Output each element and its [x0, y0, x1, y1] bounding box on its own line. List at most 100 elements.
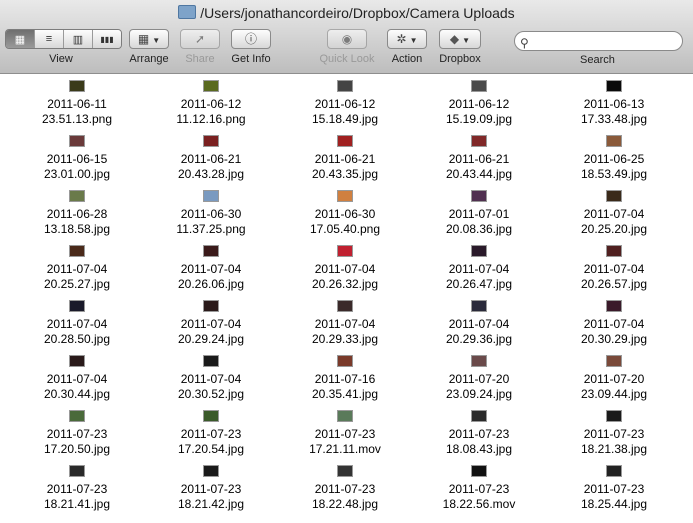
- file-thumbnail-icon[interactable]: [471, 135, 487, 147]
- file-name[interactable]: 2011-06-30 11.37.25.png: [144, 207, 278, 237]
- file-item[interactable]: 2011-07-23 18.21.42.jpg: [144, 459, 278, 514]
- quick-look-button[interactable]: ◉: [327, 29, 367, 49]
- file-thumbnail-icon[interactable]: [606, 355, 622, 367]
- file-name[interactable]: 2011-06-12 15.18.49.jpg: [278, 97, 412, 127]
- file-name[interactable]: 2011-06-11 23.51.13.png: [10, 97, 144, 127]
- file-item[interactable]: 2011-07-04 20.26.32.jpg: [278, 239, 412, 294]
- file-item[interactable]: 2011-06-11 23.51.13.png: [10, 74, 144, 129]
- file-thumbnail-icon[interactable]: [69, 135, 85, 147]
- file-thumbnail-icon[interactable]: [337, 190, 353, 202]
- file-name[interactable]: 2011-07-04 20.26.06.jpg: [144, 262, 278, 292]
- file-item[interactable]: 2011-06-21 20.43.28.jpg: [144, 129, 278, 184]
- coverflow-view-button[interactable]: ▮▮▮: [93, 30, 121, 48]
- file-thumbnail-icon[interactable]: [203, 190, 219, 202]
- file-item[interactable]: 2011-07-23 17.20.54.jpg: [144, 404, 278, 459]
- icon-view-button[interactable]: ▦: [6, 30, 35, 48]
- file-thumbnail-icon[interactable]: [606, 245, 622, 257]
- file-name[interactable]: 2011-07-23 18.25.44.jpg: [547, 482, 681, 512]
- file-item[interactable]: 2011-07-04 20.30.44.jpg: [10, 349, 144, 404]
- file-name[interactable]: 2011-06-21 20.43.28.jpg: [144, 152, 278, 182]
- file-item[interactable]: 2011-07-04 20.30.52.jpg: [144, 349, 278, 404]
- file-name[interactable]: 2011-07-04 20.26.57.jpg: [547, 262, 681, 292]
- file-item[interactable]: 2011-07-04 20.29.36.jpg: [412, 294, 546, 349]
- file-name[interactable]: 2011-07-04 20.26.32.jpg: [278, 262, 412, 292]
- file-thumbnail-icon[interactable]: [203, 245, 219, 257]
- search-input[interactable]: [535, 33, 679, 51]
- file-item[interactable]: 2011-07-20 23.09.44.jpg: [547, 349, 681, 404]
- file-name[interactable]: 2011-06-28 13.18.58.jpg: [10, 207, 144, 237]
- file-item[interactable]: 2011-07-23 17.20.50.jpg: [10, 404, 144, 459]
- file-thumbnail-icon[interactable]: [471, 465, 487, 477]
- file-item[interactable]: 2011-07-23 17.21.11.mov: [278, 404, 412, 459]
- file-item[interactable]: 2011-06-21 20.43.44.jpg: [412, 129, 546, 184]
- file-item[interactable]: 2011-06-12 15.19.09.jpg: [412, 74, 546, 129]
- file-item[interactable]: 2011-07-04 20.25.20.jpg: [547, 184, 681, 239]
- file-item[interactable]: 2011-06-15 23.01.00.jpg: [10, 129, 144, 184]
- file-thumbnail-icon[interactable]: [203, 135, 219, 147]
- file-name[interactable]: 2011-07-23 18.21.41.jpg: [10, 482, 144, 512]
- file-thumbnail-icon[interactable]: [203, 410, 219, 422]
- file-name[interactable]: 2011-07-23 17.20.54.jpg: [144, 427, 278, 457]
- file-item[interactable]: 2011-06-30 11.37.25.png: [144, 184, 278, 239]
- file-thumbnail-icon[interactable]: [606, 80, 622, 92]
- file-thumbnail-icon[interactable]: [69, 80, 85, 92]
- file-thumbnail-icon[interactable]: [471, 245, 487, 257]
- file-item[interactable]: 2011-07-01 20.08.36.jpg: [412, 184, 546, 239]
- file-item[interactable]: 2011-07-04 20.25.27.jpg: [10, 239, 144, 294]
- file-item[interactable]: 2011-07-04 20.30.29.jpg: [547, 294, 681, 349]
- file-item[interactable]: 2011-07-23 18.22.56.mov: [412, 459, 546, 514]
- file-name[interactable]: 2011-06-30 17.05.40.png: [278, 207, 412, 237]
- file-item[interactable]: 2011-07-04 20.29.24.jpg: [144, 294, 278, 349]
- file-name[interactable]: 2011-07-23 18.21.38.jpg: [547, 427, 681, 457]
- file-thumbnail-icon[interactable]: [203, 465, 219, 477]
- file-item[interactable]: 2011-07-04 20.29.33.jpg: [278, 294, 412, 349]
- file-thumbnail-icon[interactable]: [337, 135, 353, 147]
- file-item[interactable]: 2011-07-23 18.08.43.jpg: [412, 404, 546, 459]
- file-thumbnail-icon[interactable]: [606, 465, 622, 477]
- file-item[interactable]: 2011-07-23 18.22.48.jpg: [278, 459, 412, 514]
- file-name[interactable]: 2011-07-23 18.21.42.jpg: [144, 482, 278, 512]
- file-name[interactable]: 2011-07-20 23.09.44.jpg: [547, 372, 681, 402]
- file-thumbnail-icon[interactable]: [606, 410, 622, 422]
- get-info-button[interactable]: ⓘ: [231, 29, 271, 49]
- file-thumbnail-icon[interactable]: [203, 300, 219, 312]
- file-item[interactable]: 2011-06-13 17.33.48.jpg: [547, 74, 681, 129]
- file-name[interactable]: 2011-07-04 20.25.20.jpg: [547, 207, 681, 237]
- file-name[interactable]: 2011-06-13 17.33.48.jpg: [547, 97, 681, 127]
- file-item[interactable]: 2011-06-25 18.53.49.jpg: [547, 129, 681, 184]
- file-name[interactable]: 2011-07-16 20.35.41.jpg: [278, 372, 412, 402]
- file-thumbnail-icon[interactable]: [69, 245, 85, 257]
- file-name[interactable]: 2011-07-01 20.08.36.jpg: [412, 207, 546, 237]
- file-name[interactable]: 2011-07-23 18.22.56.mov: [412, 482, 546, 512]
- file-thumbnail-icon[interactable]: [471, 300, 487, 312]
- file-name[interactable]: 2011-07-04 20.28.50.jpg: [10, 317, 144, 347]
- file-thumbnail-icon[interactable]: [203, 80, 219, 92]
- file-name[interactable]: 2011-07-23 17.20.50.jpg: [10, 427, 144, 457]
- file-thumbnail-icon[interactable]: [337, 355, 353, 367]
- file-thumbnail-icon[interactable]: [606, 300, 622, 312]
- file-name[interactable]: 2011-06-21 20.43.44.jpg: [412, 152, 546, 182]
- file-name[interactable]: 2011-07-23 18.22.48.jpg: [278, 482, 412, 512]
- file-name[interactable]: 2011-06-12 11.12.16.png: [144, 97, 278, 127]
- file-thumbnail-icon[interactable]: [606, 135, 622, 147]
- file-name[interactable]: 2011-06-21 20.43.35.jpg: [278, 152, 412, 182]
- file-name[interactable]: 2011-07-04 20.25.27.jpg: [10, 262, 144, 292]
- file-thumbnail-icon[interactable]: [471, 80, 487, 92]
- list-view-button[interactable]: ≡: [35, 30, 64, 48]
- file-thumbnail-icon[interactable]: [337, 465, 353, 477]
- view-segmented-control[interactable]: ▦ ≡ ▥ ▮▮▮: [5, 29, 122, 49]
- file-thumbnail-icon[interactable]: [69, 465, 85, 477]
- file-name[interactable]: 2011-06-25 18.53.49.jpg: [547, 152, 681, 182]
- file-name[interactable]: 2011-07-04 20.26.47.jpg: [412, 262, 546, 292]
- column-view-button[interactable]: ▥: [64, 30, 93, 48]
- file-item[interactable]: 2011-06-12 15.18.49.jpg: [278, 74, 412, 129]
- file-item[interactable]: 2011-07-04 20.26.06.jpg: [144, 239, 278, 294]
- file-name[interactable]: 2011-07-04 20.30.52.jpg: [144, 372, 278, 402]
- file-name[interactable]: 2011-06-15 23.01.00.jpg: [10, 152, 144, 182]
- file-name[interactable]: 2011-07-04 20.30.44.jpg: [10, 372, 144, 402]
- file-name[interactable]: 2011-07-04 20.30.29.jpg: [547, 317, 681, 347]
- search-field[interactable]: ⚲: [514, 31, 683, 51]
- file-item[interactable]: 2011-06-12 11.12.16.png: [144, 74, 278, 129]
- file-item[interactable]: 2011-07-16 20.35.41.jpg: [278, 349, 412, 404]
- file-name[interactable]: 2011-07-20 23.09.24.jpg: [412, 372, 546, 402]
